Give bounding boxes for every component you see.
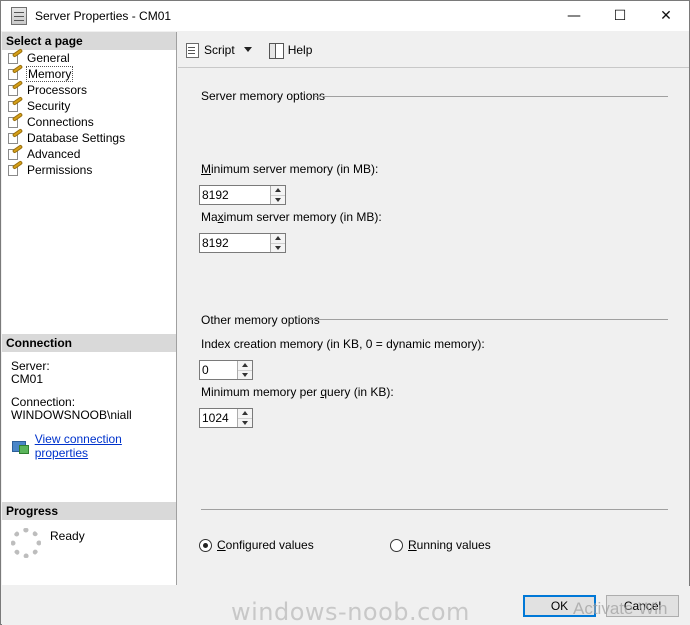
arrow-down-icon [242,372,248,377]
page-list: General Memory Processors Security Conne… [2,48,176,178]
script-label: Script [204,42,235,57]
minimize-button[interactable]: — [551,1,597,31]
group-divider [307,319,668,320]
increment-button[interactable] [271,186,285,196]
running-values-radio[interactable]: Running values [390,538,491,552]
radio-divider [201,509,668,510]
connection-properties-icon [11,439,29,454]
page-item-label: Security [27,99,71,113]
activate-windows-watermark: Activate Win [573,599,668,618]
decrement-button[interactable] [271,196,285,205]
min-memory-per-query-label: Minimum memory per query (in KB): [201,385,394,399]
page-item-connections[interactable]: Connections [2,112,176,130]
increment-button[interactable] [238,409,252,419]
decrement-button[interactable] [238,419,252,428]
wrench-page-icon [6,112,24,129]
max-server-memory-stepper[interactable] [199,233,286,253]
view-connection-properties-label[interactable]: View connection properties [35,432,176,460]
select-page-header: Select a page [2,32,176,50]
server-memory-group-label: Server memory options [201,89,326,103]
min-memory-per-query-input[interactable] [200,409,237,427]
increment-button[interactable] [271,234,285,244]
progress-status: Ready [50,529,85,543]
wrench-page-icon [6,96,24,113]
connection-header: Connection [2,334,176,352]
index-creation-memory-stepper[interactable] [199,360,253,380]
decrement-button[interactable] [238,371,252,380]
page-item-label: Memory [25,66,74,82]
left-pane: Select a page General Memory Processors … [2,32,177,585]
running-values-label: Running values [408,538,491,552]
page-item-permissions[interactable]: Permissions [2,160,176,178]
page-item-advanced[interactable]: Advanced [2,144,176,162]
page-item-processors[interactable]: Processors [2,80,176,98]
connection-info: Server: CM01 Connection: WINDOWSNOOB\nia… [11,360,132,422]
other-memory-group-label: Other memory options [201,313,320,327]
wrench-page-icon [6,48,24,65]
max-server-memory-label: Maximum server memory (in MB): [201,210,382,224]
group-divider [315,96,668,97]
script-icon [184,42,200,58]
memory-page-content: Server memory options Minimum server mem… [178,69,689,585]
index-creation-memory-input[interactable] [200,361,237,379]
arrow-down-icon [275,197,281,202]
min-server-memory-input[interactable] [200,186,270,204]
arrow-up-icon [242,363,248,368]
arrow-up-icon [275,188,281,193]
min-server-memory-label: Minimum server memory (in MB): [201,162,379,176]
arrow-down-icon [275,245,281,250]
server-icon [11,7,27,25]
radio-unchecked-icon [390,538,403,552]
page-item-general[interactable]: General [2,48,176,66]
watermark-text: windows-noob.com [231,598,470,625]
arrow-up-icon [242,411,248,416]
chevron-down-icon[interactable] [243,47,252,52]
index-creation-memory-label: Index creation memory (in KB, 0 = dynami… [201,337,485,351]
configured-values-radio[interactable]: Configured values [199,538,314,552]
increment-button[interactable] [238,361,252,371]
arrow-up-icon [275,236,281,241]
page-item-label: Processors [27,83,88,97]
toolbar: Script Help [178,32,689,68]
page-item-label: Database Settings [27,131,126,145]
max-server-memory-input[interactable] [200,234,270,252]
view-connection-properties-link[interactable]: View connection properties [11,432,176,460]
arrow-down-icon [242,420,248,425]
connection-value: WINDOWSNOOB\niall [11,408,132,422]
help-book-icon [268,42,284,59]
server-properties-dialog: Server Properties - CM01 — ☐ ✕ Select a … [0,0,690,625]
help-label: Help [287,42,313,57]
wrench-page-icon [6,144,24,161]
wrench-page-icon [6,64,24,81]
page-item-label: Permissions [27,163,93,177]
wrench-page-icon [6,160,24,177]
decrement-button[interactable] [271,244,285,253]
script-button[interactable]: Script [184,42,252,58]
maximize-button[interactable]: ☐ [597,1,643,31]
page-item-memory[interactable]: Memory [2,64,176,82]
window-title: Server Properties - CM01 [35,9,172,23]
server-value: CM01 [11,372,44,386]
page-item-label: General [27,51,70,65]
wrench-page-icon [6,128,24,145]
radio-checked-icon [199,538,212,552]
page-item-label: Connections [27,115,94,129]
page-item-security[interactable]: Security [2,96,176,114]
min-memory-per-query-stepper[interactable] [199,408,253,428]
min-server-memory-stepper[interactable] [199,185,286,205]
page-item-database-settings[interactable]: Database Settings [2,128,176,146]
progress-spinner-icon [11,528,41,558]
configured-values-label: Configured values [217,538,314,552]
wrench-page-icon [6,80,24,97]
close-button[interactable]: ✕ [643,1,689,31]
progress-header: Progress [2,502,176,520]
page-item-label: Advanced [27,147,81,161]
title-bar: Server Properties - CM01 — ☐ ✕ [1,1,689,31]
help-button[interactable]: Help [258,42,313,59]
